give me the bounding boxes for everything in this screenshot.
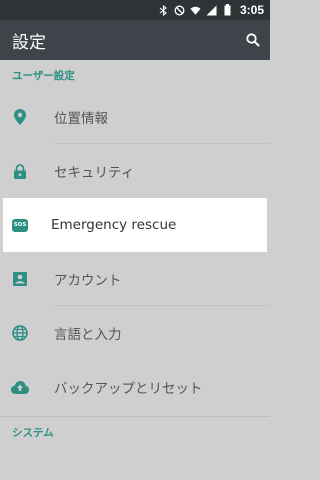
settings-item-security[interactable]: セキュリティ [0, 144, 270, 198]
status-time: 3:05 [239, 3, 264, 17]
settings-item-account[interactable]: アカウント [0, 252, 270, 306]
status-bar: 3:05 [0, 0, 270, 20]
settings-item-label: 位置情報 [54, 111, 108, 127]
bluetooth-icon [158, 4, 169, 16]
globe-icon [0, 325, 40, 341]
app-toolbar: 設定 [0, 20, 270, 60]
cloud-upload-icon [0, 380, 40, 394]
settings-item-label: 言語と入力 [54, 327, 122, 343]
page-title: 設定 [12, 32, 46, 53]
lock-icon [0, 163, 40, 179]
section-header-user-settings: ユーザー設定 [12, 69, 75, 82]
sos-icon: SOS [3, 218, 37, 232]
wifi-icon [190, 5, 201, 16]
battery-icon [222, 4, 233, 16]
sos-icon-text: SOS [12, 218, 28, 232]
settings-item-location[interactable]: 位置情報 [0, 90, 270, 144]
settings-item-emergency-rescue[interactable]: SOS Emergency rescue [3, 198, 267, 252]
settings-item-label: セキュリティ [54, 165, 135, 181]
location-icon [0, 109, 40, 125]
signal-icon [206, 5, 217, 16]
settings-item-label: Emergency rescue [51, 217, 177, 233]
account-icon [0, 272, 40, 286]
do-not-disturb-icon [174, 5, 185, 16]
settings-item-backup-reset[interactable]: バックアップとリセット [0, 360, 270, 414]
settings-list: ユーザー設定 位置情報 セキュリティ SOS Emergency rescue … [0, 60, 270, 480]
settings-item-language-input[interactable]: 言語と入力 [0, 306, 270, 360]
section-header-system: システム [12, 426, 54, 439]
settings-item-label: バックアップとリセット [54, 381, 203, 397]
search-icon[interactable] [246, 33, 260, 47]
settings-item-label: アカウント [54, 273, 122, 289]
